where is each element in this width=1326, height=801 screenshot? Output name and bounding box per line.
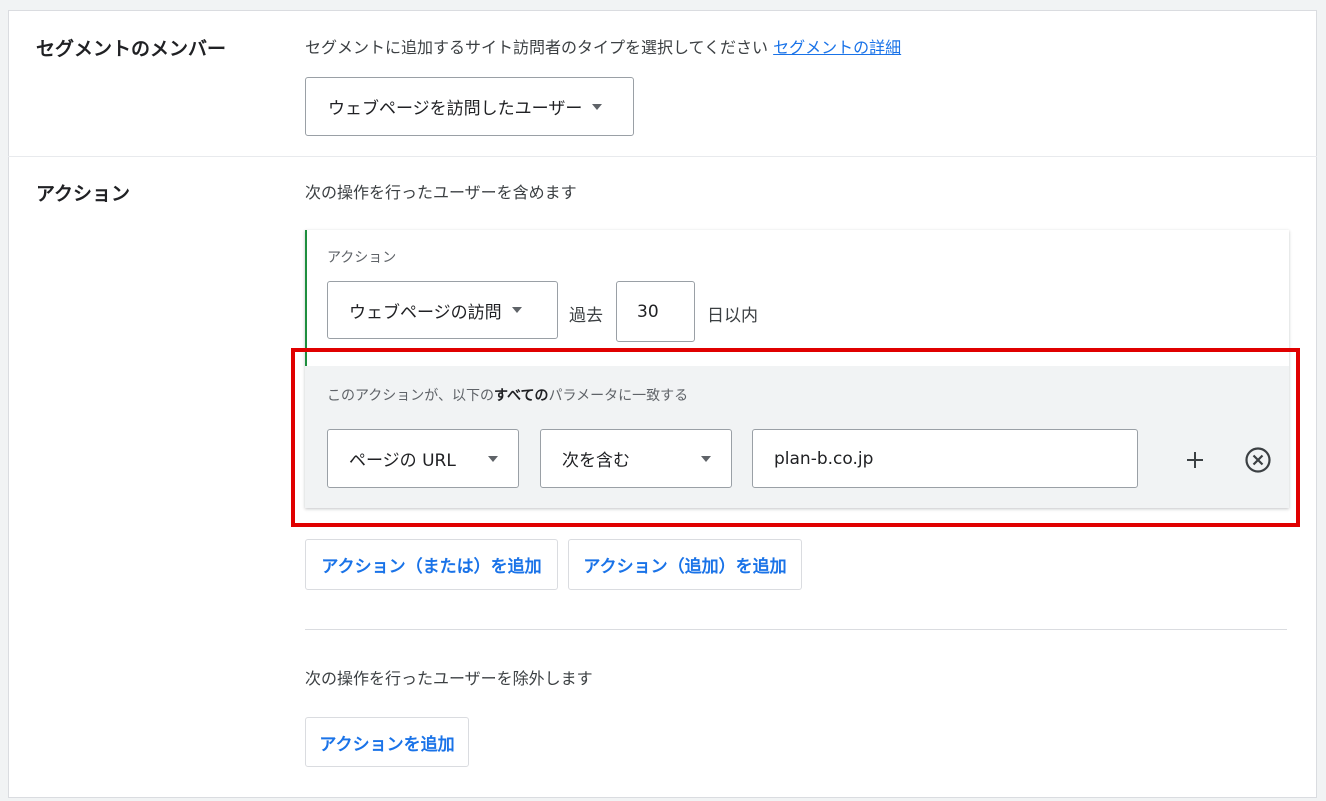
chevron-down-icon (488, 455, 498, 462)
days-suffix-label: 日以内 (707, 306, 758, 326)
section-divider (8, 156, 1317, 157)
remove-parameter-button[interactable] (1243, 445, 1273, 475)
days-input-value: 30 (637, 301, 659, 322)
include-description: 次の操作を行ったユーザーを含めます (305, 183, 577, 202)
plus-icon (1187, 452, 1203, 468)
days-input[interactable]: 30 (616, 281, 695, 342)
action-type-dropdown-value: ウェブページの訪問 (349, 302, 502, 323)
segment-members-description-text: セグメントに追加するサイト訪問者のタイプを選択してください (305, 38, 769, 57)
parameters-label-suffix: パラメータに一致する (548, 388, 689, 404)
parameter-operator-dropdown-value: 次を含む (562, 451, 630, 471)
past-label: 過去 (569, 306, 603, 326)
parameter-value-text: plan-b.co.jp (774, 448, 874, 469)
parameter-field-dropdown-value: ページの URL (349, 451, 456, 471)
chevron-down-icon (511, 307, 522, 313)
segment-members-title: セグメントのメンバー (36, 38, 227, 60)
action-card-label: アクション (327, 250, 397, 266)
parameters-label-prefix: このアクションが、以下の (327, 388, 495, 404)
chevron-down-icon (592, 103, 603, 110)
actions-title: アクション (36, 183, 131, 205)
parameter-value-input[interactable]: plan-b.co.jp (752, 429, 1138, 488)
exclude-description: 次の操作を行ったユーザーを除外します (305, 669, 593, 688)
parameters-label: このアクションが、以下のすべてのパラメータに一致する (327, 385, 688, 405)
chevron-down-icon (701, 455, 711, 462)
add-parameter-button[interactable] (1181, 446, 1209, 474)
circle-x-icon (1245, 447, 1271, 473)
exclude-divider (305, 629, 1287, 630)
parameters-label-bold: すべての (494, 388, 549, 404)
add-action-and-button[interactable]: アクション（追加）を追加 (568, 539, 802, 590)
segment-details-link[interactable]: セグメントの詳細 (773, 38, 901, 57)
add-exclude-action-button[interactable]: アクションを追加 (305, 717, 469, 767)
visitor-type-dropdown-value: ウェブページを訪問したユーザー (328, 99, 583, 119)
add-action-or-button[interactable]: アクション（または）を追加 (305, 539, 558, 590)
parameter-field-dropdown[interactable]: ページの URL (327, 429, 519, 488)
action-type-dropdown[interactable]: ウェブページの訪問 (327, 281, 558, 339)
visitor-type-dropdown[interactable]: ウェブページを訪問したユーザー (305, 77, 634, 136)
segment-members-description: セグメントに追加するサイト訪問者のタイプを選択してください セグメントの詳細 (305, 34, 901, 58)
parameter-operator-dropdown[interactable]: 次を含む (540, 429, 732, 488)
